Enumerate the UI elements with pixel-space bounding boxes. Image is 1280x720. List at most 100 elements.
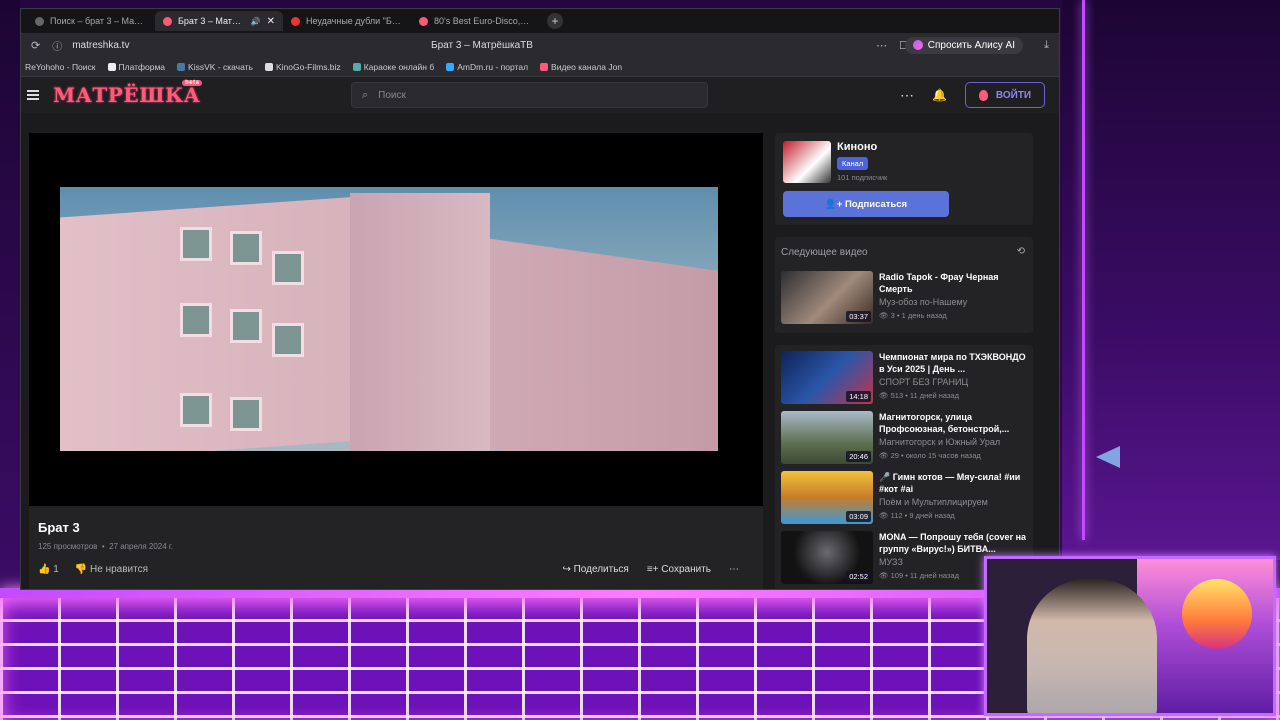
video-frame [60,187,718,451]
video-thumbnail[interactable]: 20:46 [781,411,873,464]
window-shape [272,251,304,285]
ask-alice-button[interactable]: Спросить Алису AI [904,36,1023,54]
bookmark-item[interactable]: AmDm.ru - портал [446,62,528,72]
beta-badge: beta [182,80,203,86]
video-item-channel[interactable]: Муз-обоз по-Нашему [879,297,967,307]
more-icon[interactable]: ⋯ [876,39,887,52]
subscriber-count: 101 подписчик [837,173,888,182]
subscribe-button[interactable]: 👤+ Подписаться [783,191,949,217]
video-thumbnail[interactable]: 02:52 [781,531,873,584]
download-icon[interactable]: ⤓ [1044,39,1049,52]
login-button[interactable]: ВОЙТИ [965,82,1045,108]
meta-text: 3 • 1 день назад [890,311,947,320]
subscribe-label: Подписаться [844,198,908,210]
site-info-icon[interactable]: ⓘ [52,38,62,53]
video-item-title[interactable]: Чемпионат мира по ТХЭКВОНДО в Уси 2025 |… [879,352,1029,375]
tab-label: Брат 3 – МатрёшкаТ [178,16,245,26]
bookmark-label: Караоке онлайн б [363,61,435,72]
url-field[interactable]: matreshka.tv [72,40,129,51]
save-button[interactable]: ≡+ Сохранить [647,564,711,575]
video-item-channel[interactable]: Магнитогорск и Южный Урал [879,437,1000,447]
tab-bloopers[interactable]: Неудачные дубли "Брат" [283,11,411,31]
bookmark-item[interactable]: KissVK - скачать [177,62,253,72]
bookmark-item[interactable]: Платформа [107,61,166,72]
audio-icon[interactable]: 🔊 [251,17,261,26]
page-title: Брат 3 – МатрёшкаТВ [431,39,533,51]
meta-text: 513 • 11 дней назад [890,391,959,400]
channel-avatar[interactable] [783,141,831,183]
tab-brat3[interactable]: Брат 3 – МатрёшкаТ 🔊 ✕ [155,11,283,31]
meta-text: 29 • около 15 часов назад [890,451,981,460]
bookmark-favicon-icon [352,62,361,71]
video-item-channel[interactable]: СПОРТ БЕЗ ГРАНИЦ [879,377,968,387]
video-thumbnail[interactable]: 03:09 [781,471,873,524]
bookmark-label: ReYohoho - Поиск [25,61,96,72]
tab-search[interactable]: Поиск – брат 3 – Матрё [27,11,155,31]
video-item-title[interactable]: MONA — Попрошу тебя (cover на группу «Ви… [879,532,1029,555]
browser-window: Поиск – брат 3 – Матрё Брат 3 – Матрёшка… [20,8,1060,590]
window-shape [180,227,212,261]
related-video-item[interactable]: 14:18 Чемпионат мира по ТХЭКВОНДО в Уси … [781,351,1031,405]
notification-bell-icon[interactable]: 🔔 [932,88,947,102]
related-video-item[interactable]: 20:46 Магнитогорск, улица Профсоюзная, б… [781,411,1031,465]
search-icon: ⌕ [362,88,369,101]
webcam-overlay [984,556,1276,716]
share-button[interactable]: ↪ Поделиться [562,564,628,575]
bookmark-item[interactable]: KinoGo-Films.biz [264,61,341,72]
related-video-item[interactable]: 03:09 🎤 Гимн котов — Мяу-сила! #ии #кот … [781,471,1031,525]
duration-badge: 03:09 [846,511,871,522]
video-item-channel[interactable]: Поём и Мультиплицируем [879,497,988,507]
view-count: 125 просмотров [38,542,98,551]
like-button[interactable]: 👍 1 [38,564,59,575]
tab-favicon-icon [35,16,44,26]
bookmark-item[interactable]: Видео канала Jon [540,62,622,72]
bookmark-favicon-icon [540,62,549,71]
video-thumbnail[interactable]: 03:37 [781,271,873,324]
video-stats: 125 просмотров • 27 апреля 2024 г. [38,542,174,551]
bookmark-label: Платформа [118,61,166,72]
bookmark-favicon-icon [264,62,273,71]
building-image [490,238,718,451]
window-shape [272,323,304,357]
left-neon-border [0,0,20,590]
more-options-icon[interactable]: ⋯ [900,87,914,104]
video-item-title[interactable]: Radio Tapok - Фрау Черная Смерть [879,272,1029,295]
address-bar: ⟳ ⓘ matreshka.tv Брат 3 – МатрёшкаТВ ⋯ ☐… [21,33,1059,57]
tab-euro-disco[interactable]: 80's Best Euro-Disco, Synt [411,11,539,31]
next-video-card: Следующее видео ⟲ 03:37 Radio Tapok - Фр… [775,237,1033,333]
menu-icon[interactable] [27,90,39,100]
login-label: ВОЙТИ [995,89,1032,101]
search-input[interactable] [378,89,679,101]
tab-label: Поиск – брат 3 – Матрё [50,16,147,26]
dislike-label: Не нравится [90,564,149,575]
reload-icon[interactable]: ⟳ [31,39,40,52]
bookmarks-bar: ReYohoho - Поиск Платформа KissVK - скач… [21,57,1059,77]
next-video-item[interactable]: 03:37 Radio Tapok - Фрау Черная Смерть М… [781,271,1031,325]
share-label: Поделиться [573,564,629,575]
channel-name[interactable]: Киноно [837,141,877,153]
site-logo[interactable]: МАТРЁШКА beta [53,80,203,107]
video-item-title[interactable]: Магнитогорск, улица Профсоюзная, бетонст… [879,412,1029,435]
bookmark-favicon-icon [177,62,186,71]
header-actions: ⋯ 🔔 ВОЙТИ [900,82,1045,108]
bookmark-label: AmDm.ru - портал [457,61,529,72]
video-item-channel[interactable]: МУЗЗ [879,557,903,567]
bookmark-item[interactable]: ReYohoho - Поиск [25,62,96,72]
video-player[interactable] [29,133,763,506]
triangle-decoration-icon [1096,446,1120,468]
tab-favicon-icon [163,16,172,26]
close-tab-icon[interactable]: ✕ [267,16,275,27]
next-heading: Следующее видео [781,247,868,258]
autoplay-icon[interactable]: ⟲ [1017,246,1025,257]
more-actions-icon[interactable]: ⋯ [729,564,739,575]
new-tab-button[interactable]: + [547,13,563,29]
dislike-button[interactable]: 👎 Не нравится [75,564,148,575]
video-thumbnail[interactable]: 14:18 [781,351,873,404]
window-shape [230,231,262,265]
bookmark-label: KinoGo-Films.biz [275,61,341,72]
duration-badge: 20:46 [846,451,871,462]
logo-text: МАТРЁШКА [53,83,201,107]
video-title: Брат 3 [38,520,80,535]
bookmark-item[interactable]: Караоке онлайн б [352,61,435,72]
video-item-title[interactable]: 🎤 Гимн котов — Мяу-сила! #ии #кот #ai [879,472,1029,495]
